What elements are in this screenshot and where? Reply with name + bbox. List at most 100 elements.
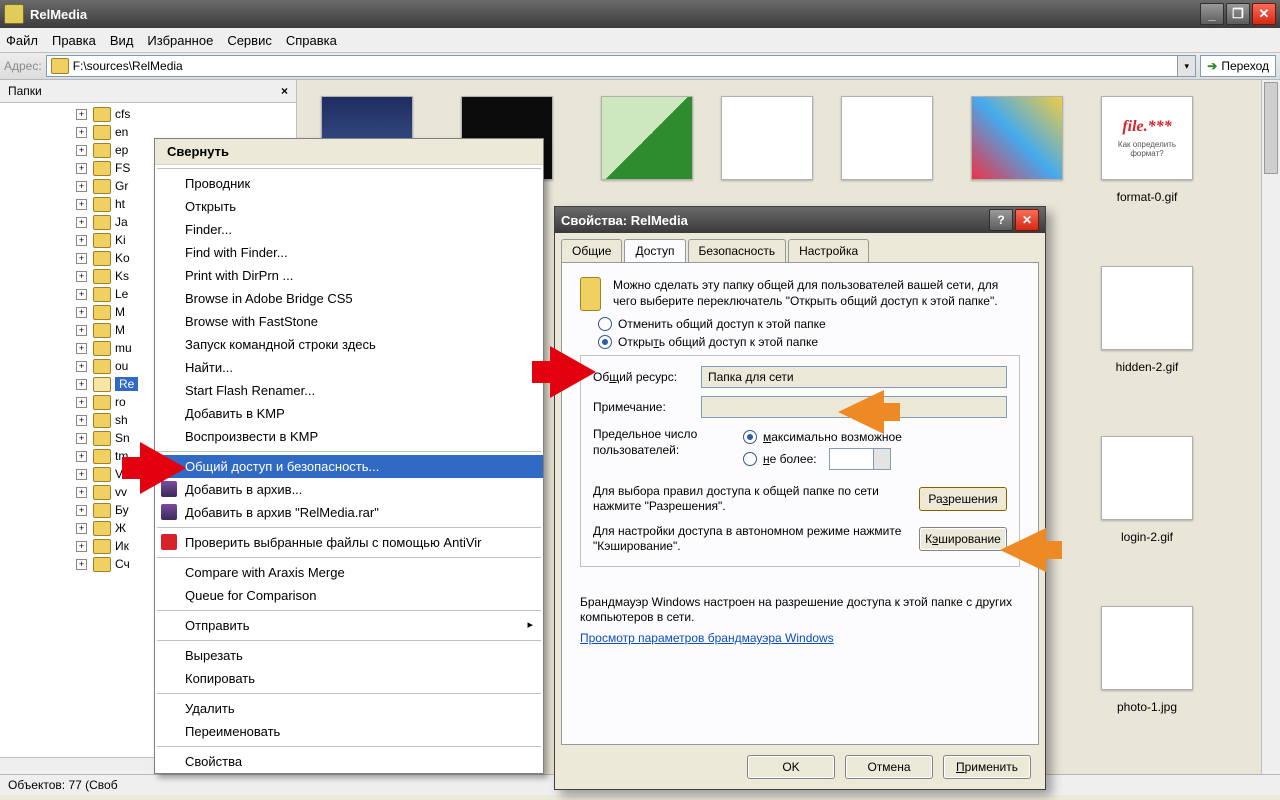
expand-icon[interactable]: + xyxy=(76,217,87,228)
ctx-antivir[interactable]: Проверить выбранные файлы с помощью Anti… xyxy=(155,531,543,554)
thumbnail-caption: photo-1.jpg xyxy=(1087,700,1207,714)
ctx-item[interactable]: Finder... xyxy=(155,218,543,241)
folder-icon xyxy=(93,269,111,284)
ctx-item[interactable]: Открыть xyxy=(155,195,543,218)
share-name-input[interactable]: Папка для сети xyxy=(701,366,1007,388)
dialog-close-button[interactable]: ✕ xyxy=(1015,209,1039,231)
address-dropdown[interactable]: ▾ xyxy=(1178,55,1196,77)
expand-icon[interactable]: + xyxy=(76,199,87,210)
expand-icon[interactable]: + xyxy=(76,145,87,156)
expand-icon[interactable]: + xyxy=(76,343,87,354)
expand-icon[interactable]: + xyxy=(76,379,87,390)
thumbnail[interactable]: file.*** Как определить формат? format-0… xyxy=(1087,96,1207,204)
ctx-item[interactable]: Browse with FastStone xyxy=(155,310,543,333)
tab-security[interactable]: Безопасность xyxy=(688,239,787,262)
dialog-title-bar[interactable]: Свойства: RelMedia ? ✕ xyxy=(555,207,1045,233)
expand-icon[interactable]: + xyxy=(76,271,87,282)
go-button[interactable]: ➔ Переход xyxy=(1200,55,1276,77)
ctx-item[interactable]: Queue for Comparison xyxy=(155,584,543,607)
thumbnail[interactable]: hidden-2.gif xyxy=(1087,266,1207,374)
expand-icon[interactable]: + xyxy=(76,415,87,426)
folder-icon xyxy=(93,197,111,212)
ctx-add-archive[interactable]: Добавить в архив... xyxy=(155,478,543,501)
menu-file[interactable]: Файл xyxy=(6,33,38,48)
ctx-send-to[interactable]: Отправить xyxy=(155,614,543,637)
cancel-button[interactable]: Отмена xyxy=(845,755,933,779)
ctx-properties[interactable]: Свойства xyxy=(155,750,543,773)
thumbnail[interactable]: login-2.gif xyxy=(1087,436,1207,544)
radio-limit-users[interactable]: не более: xyxy=(743,448,1007,470)
expand-icon[interactable]: + xyxy=(76,163,87,174)
folder-icon xyxy=(93,485,111,500)
expand-icon[interactable]: + xyxy=(76,505,87,516)
ctx-item[interactable]: Переименовать xyxy=(155,720,543,743)
tree-node-label: Ki xyxy=(115,233,126,247)
expand-icon[interactable]: + xyxy=(76,523,87,534)
ctx-item[interactable]: Добавить в KMP xyxy=(155,402,543,425)
menu-favorites[interactable]: Избранное xyxy=(147,33,213,48)
radio-icon xyxy=(598,335,612,349)
ctx-item[interactable]: Удалить xyxy=(155,697,543,720)
close-button[interactable]: ✕ xyxy=(1252,3,1276,25)
ctx-item[interactable]: Запуск командной строки здесь xyxy=(155,333,543,356)
minimize-button[interactable]: _ xyxy=(1200,3,1224,25)
expand-icon[interactable]: + xyxy=(76,469,87,480)
ctx-item[interactable]: Копировать xyxy=(155,667,543,690)
thumbnail[interactable]: photo-1.jpg xyxy=(1087,606,1207,714)
folder-icon xyxy=(93,467,111,482)
expand-icon[interactable]: + xyxy=(76,235,87,246)
sidebar-close-icon[interactable]: × xyxy=(281,84,288,98)
user-limit-spinner[interactable] xyxy=(829,448,891,470)
firewall-link[interactable]: Просмотр параметров брандмауэра Windows xyxy=(580,631,834,645)
ctx-collapse[interactable]: Свернуть xyxy=(155,139,543,165)
ok-button[interactable]: OK xyxy=(747,755,835,779)
ctx-item[interactable]: Проводник xyxy=(155,172,543,195)
ctx-item[interactable]: Browse in Adobe Bridge CS5 xyxy=(155,287,543,310)
ctx-item[interactable]: Print with DirPrn ... xyxy=(155,264,543,287)
menu-help[interactable]: Справка xyxy=(286,33,337,48)
tab-customize[interactable]: Настройка xyxy=(788,239,869,262)
tree-node[interactable]: +cfs xyxy=(0,105,296,123)
comment-label: Примечание: xyxy=(593,400,701,414)
menu-tools[interactable]: Сервис xyxy=(227,33,272,48)
title-bar: RelMedia _ ❐ ✕ xyxy=(0,0,1280,28)
expand-icon[interactable]: + xyxy=(76,325,87,336)
menu-view[interactable]: Вид xyxy=(110,33,134,48)
expand-icon[interactable]: + xyxy=(76,397,87,408)
dialog-help-button[interactable]: ? xyxy=(989,209,1013,231)
expand-icon[interactable]: + xyxy=(76,487,87,498)
expand-icon[interactable]: + xyxy=(76,307,87,318)
expand-icon[interactable]: + xyxy=(76,433,87,444)
radio-disable-share[interactable]: Отменить общий доступ к этой папке xyxy=(598,317,1020,331)
ctx-item[interactable]: Start Flash Renamer... xyxy=(155,379,543,402)
permissions-button[interactable]: Разрешения xyxy=(919,487,1007,511)
ctx-item[interactable]: Найти... xyxy=(155,356,543,379)
expand-icon[interactable]: + xyxy=(76,109,87,120)
ctx-item[interactable]: Вырезать xyxy=(155,644,543,667)
ctx-separator xyxy=(157,610,541,611)
radio-enable-share[interactable]: Открыть общий доступ к этой папке xyxy=(598,335,1020,349)
ctx-add-archive-named[interactable]: Добавить в архив "RelMedia.rar" xyxy=(155,501,543,524)
folder-icon xyxy=(93,413,111,428)
menu-edit[interactable]: Правка xyxy=(52,33,96,48)
ctx-item[interactable]: Compare with Araxis Merge xyxy=(155,561,543,584)
tab-general[interactable]: Общие xyxy=(561,239,622,262)
expand-icon[interactable]: + xyxy=(76,541,87,552)
ctx-share-security[interactable]: Общий доступ и безопасность... xyxy=(155,455,543,478)
ctx-item[interactable]: Воспроизвести в KMP xyxy=(155,425,543,448)
folder-icon xyxy=(580,277,601,311)
address-input[interactable]: F:\sources\RelMedia xyxy=(46,55,1179,77)
apply-button[interactable]: Применить xyxy=(943,755,1031,779)
expand-icon[interactable]: + xyxy=(76,361,87,372)
main-scrollbar[interactable] xyxy=(1261,80,1280,774)
expand-icon[interactable]: + xyxy=(76,289,87,300)
expand-icon[interactable]: + xyxy=(76,451,87,462)
ctx-item[interactable]: Find with Finder... xyxy=(155,241,543,264)
expand-icon[interactable]: + xyxy=(76,127,87,138)
expand-icon[interactable]: + xyxy=(76,559,87,570)
expand-icon[interactable]: + xyxy=(76,253,87,264)
maximize-button[interactable]: ❐ xyxy=(1226,3,1250,25)
tab-sharing[interactable]: Доступ xyxy=(624,239,685,262)
caching-button[interactable]: Кэширование xyxy=(919,527,1007,551)
expand-icon[interactable]: + xyxy=(76,181,87,192)
